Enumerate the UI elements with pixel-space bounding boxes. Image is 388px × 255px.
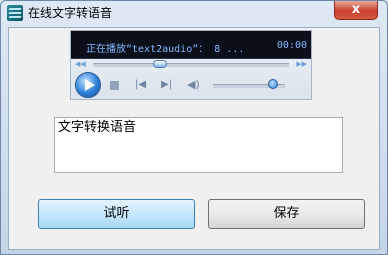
seek-back-icon[interactable]: ◀◀: [75, 60, 86, 68]
now-playing-display: 正在播放“text2audio”： 8 ... 00:00: [71, 31, 311, 59]
stop-icon[interactable]: [110, 81, 119, 90]
seek-slider[interactable]: [93, 63, 289, 67]
volume-thumb[interactable]: [268, 79, 278, 89]
text-input[interactable]: 文字转换语音: [54, 117, 343, 173]
close-icon: x: [351, 2, 361, 17]
next-icon[interactable]: ▶|: [161, 79, 172, 91]
client-area: 正在播放“text2audio”： 8 ... 00:00 ◀◀ ▶▶ |◀ ▶…: [8, 27, 380, 250]
save-button[interactable]: 保存: [208, 199, 365, 229]
listen-button[interactable]: 试听: [38, 199, 195, 229]
previous-icon[interactable]: |◀: [135, 79, 146, 91]
volume-icon[interactable]: ◀): [187, 79, 200, 91]
title-bar[interactable]: 在线文字转语音 x: [1, 1, 387, 26]
seek-thumb[interactable]: [153, 60, 167, 68]
now-playing-text: 正在播放“text2audio”： 8 ...: [86, 44, 245, 55]
elapsed-time: 00:00: [276, 40, 307, 51]
app-logo-icon: [7, 5, 23, 21]
app-window: 在线文字转语音 x 正在播放“text2audio”： 8 ... 00:00 …: [0, 0, 388, 255]
window-title: 在线文字转语音: [28, 6, 113, 20]
play-icon[interactable]: [75, 72, 101, 98]
seek-forward-icon[interactable]: ▶▶: [296, 60, 307, 68]
close-button[interactable]: x: [334, 1, 378, 20]
media-player[interactable]: 正在播放“text2audio”： 8 ... 00:00 ◀◀ ▶▶ |◀ ▶…: [70, 30, 312, 100]
